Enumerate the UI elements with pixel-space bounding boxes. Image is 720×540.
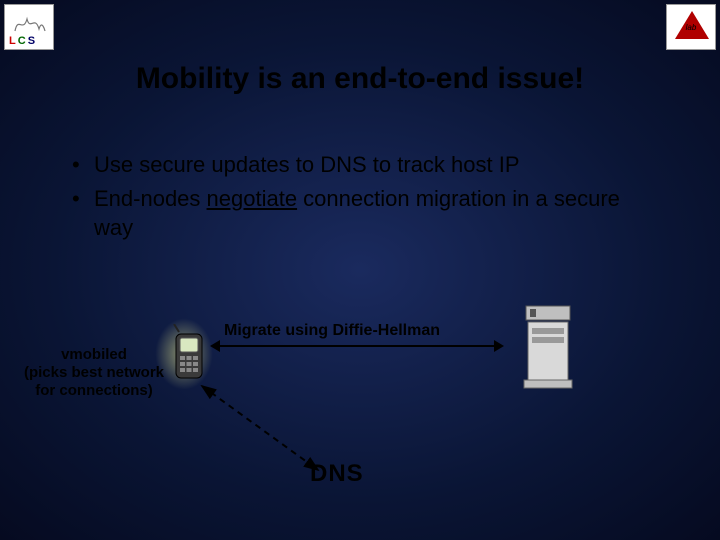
bullet-item: Use secure updates to DNS to track host … [72, 150, 660, 180]
double-arrow-icon [210, 343, 504, 349]
dns-label: DNS [310, 460, 364, 488]
slide-title: Mobility is an end-to-end issue! [0, 62, 720, 96]
lab-logo: lab [666, 4, 716, 50]
vmobiled-line2: (picks best network [24, 364, 164, 381]
bullet-text-pre: End-nodes [94, 186, 207, 211]
bullet-text: Use secure updates to DNS to track host … [94, 152, 520, 177]
diagram: vmobiled (picks best network for connect… [0, 310, 720, 510]
bullet-list: Use secure updates to DNS to track host … [72, 150, 660, 247]
vmobiled-caption: vmobiled (picks best network for connect… [14, 346, 174, 400]
server-icon [518, 304, 578, 395]
vmobiled-line1: vmobiled [61, 346, 127, 363]
dashed-arrow-icon [198, 382, 328, 478]
bullet-item: End-nodes negotiate connection migration… [72, 184, 660, 243]
migrate-label: Migrate using Diffie-Hellman [224, 322, 440, 340]
lab-label: lab [667, 23, 715, 32]
lcs-squiggle-icon [13, 11, 47, 35]
lcs-logo: LCS [4, 4, 54, 50]
vmobiled-line3: for connections) [35, 382, 153, 399]
bullet-text-underlined: negotiate [207, 186, 298, 211]
lcs-text: LCS [9, 35, 37, 47]
mobile-device-icon [170, 324, 208, 384]
